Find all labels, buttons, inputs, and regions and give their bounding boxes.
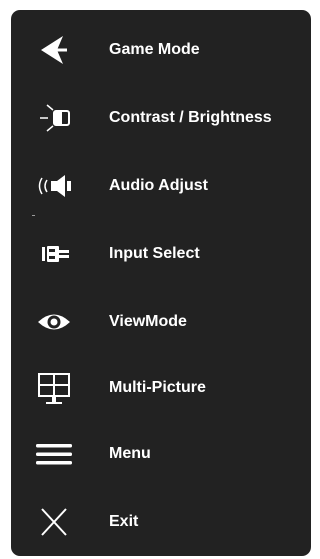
menu-item-contrast-brightness[interactable]: Contrast / Brightness <box>11 88 311 148</box>
input-select-icon <box>33 233 75 275</box>
menu-item-exit[interactable]: Exit <box>11 492 311 552</box>
menu-item-label: Game Mode <box>109 41 200 58</box>
game-mode-icon <box>33 29 75 71</box>
menu-item-label: Audio Adjust <box>109 177 208 194</box>
osd-menu-panel: Game Mode Contrast / Brightness Audio Ad… <box>11 10 311 556</box>
menu-item-label: Menu <box>109 445 151 462</box>
menu-item-label: Input Select <box>109 245 200 262</box>
menu-item-viewmode[interactable]: ViewMode <box>11 292 311 352</box>
menu-item-audio-adjust[interactable]: Audio Adjust <box>11 156 311 216</box>
multi-picture-icon <box>33 367 75 409</box>
divider-tick <box>32 215 35 216</box>
menu-item-menu[interactable]: Menu <box>11 424 311 484</box>
menu-item-label: Contrast / Brightness <box>109 109 272 126</box>
menu-icon <box>33 433 75 475</box>
menu-item-input-select[interactable]: Input Select <box>11 224 311 284</box>
contrast-brightness-icon <box>33 97 75 139</box>
audio-icon <box>33 165 75 207</box>
menu-item-label: Multi-Picture <box>109 379 206 396</box>
menu-item-game-mode[interactable]: Game Mode <box>11 20 311 80</box>
menu-item-label: Exit <box>109 513 139 530</box>
close-icon <box>33 501 75 543</box>
menu-item-multi-picture[interactable]: Multi-Picture <box>11 358 311 418</box>
eye-icon <box>33 301 75 343</box>
menu-item-label: ViewMode <box>109 313 187 330</box>
